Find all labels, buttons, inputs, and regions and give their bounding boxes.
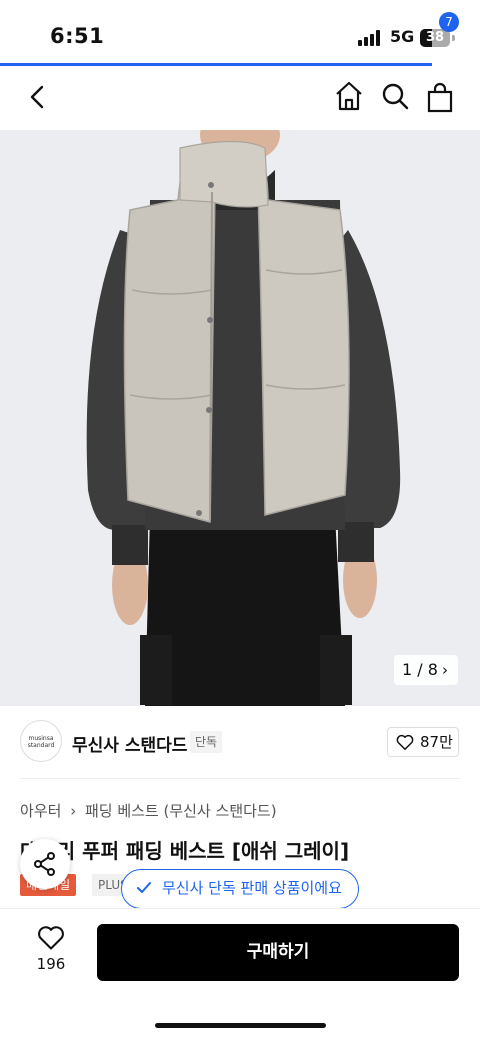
home-indicator [155,1023,326,1028]
cart-count-badge: 7 [439,12,459,32]
home-icon[interactable] [333,80,365,112]
product-photo [86,130,401,706]
product-like-count: 196 [36,955,66,973]
breadcrumb: 아우터 › 패딩 베스트 (무신사 스탠다드) [20,800,281,821]
share-icon [34,852,55,876]
battery-tip [452,35,455,41]
exclusive-toast: 무신사 단독 판매 상품이에요 [121,869,359,909]
brand-like-button[interactable]: 87만 [387,727,459,757]
brand-logo[interactable]: musinsa standard [20,720,62,762]
brand-name[interactable]: 무신사 스탠다드 [72,731,187,756]
buy-button[interactable]: 구매하기 [97,924,459,981]
back-arrow-icon[interactable] [24,82,52,112]
check-icon [137,882,151,893]
divider [20,778,460,779]
toast-text: 무신사 단독 판매 상품이에요 [162,879,342,897]
shopping-bag-icon[interactable] [424,80,458,114]
product-image[interactable] [0,130,480,706]
breadcrumb-item[interactable]: 아우터 [20,802,61,820]
exclusive-tag: 단독 [190,731,223,753]
battery-icon: 38 [420,29,450,47]
heart-icon [38,926,64,950]
bottom-purchase-bar: 196 구매하기 [0,908,480,1039]
share-button[interactable] [20,839,70,889]
status-time: 6:51 [50,24,105,48]
network-label: 5G [390,27,415,46]
chevron-right-icon: › [442,661,448,679]
image-counter-text: 1 / 8 [402,660,438,679]
breadcrumb-item[interactable]: 패딩 베스트 (무신사 스탠다드) [85,802,277,820]
brand-row: musinsa standard 무신사 스탠다드 단독 87만 [20,718,460,766]
product-like-button[interactable]: 196 [32,925,70,985]
top-nav [0,66,480,130]
status-bar: 6:51 5G 38 [0,0,480,64]
search-icon[interactable] [380,81,410,111]
battery-level: 38 [425,30,445,45]
image-counter[interactable]: 1 / 8 › [394,655,458,685]
chevron-right-icon: › [70,802,77,820]
brand-like-count: 87만 [420,733,453,751]
signal-icon [358,30,384,46]
heart-icon [396,734,414,750]
